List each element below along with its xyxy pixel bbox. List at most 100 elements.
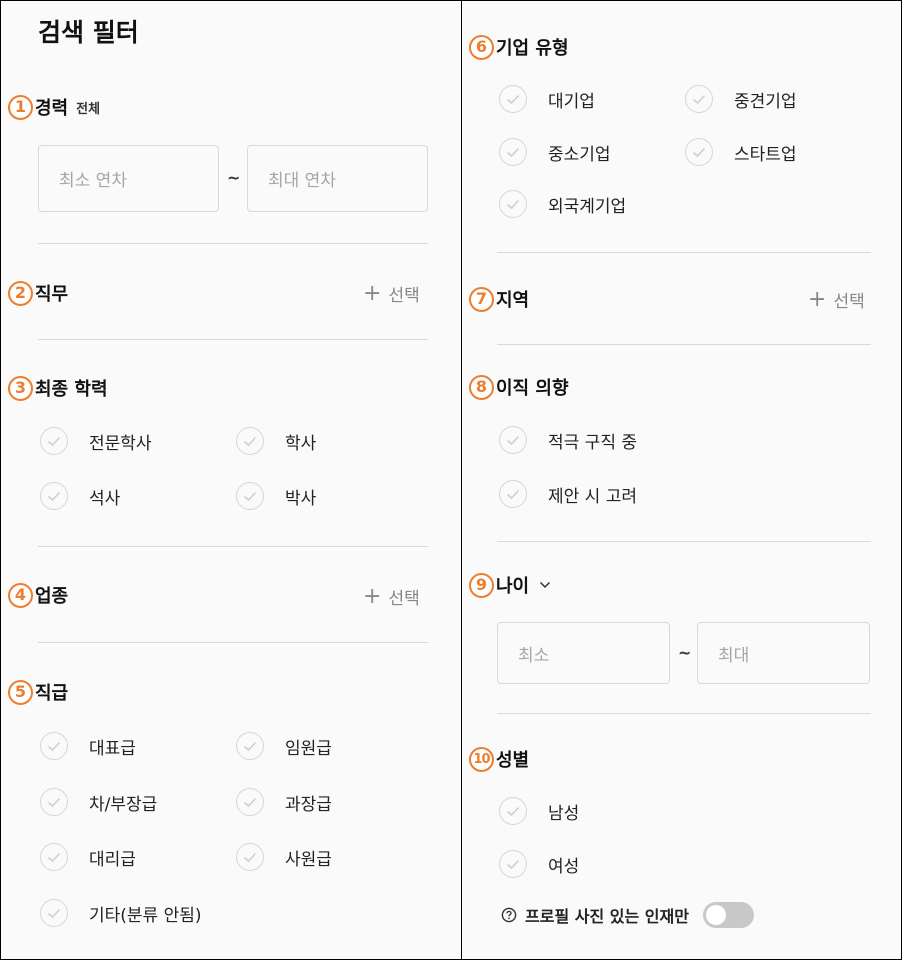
option-label: 사원급 bbox=[285, 849, 332, 870]
option-label: 대리급 bbox=[89, 849, 136, 870]
check-circle-icon bbox=[40, 427, 68, 455]
check-circle-icon bbox=[499, 850, 527, 878]
filter-column-right: 6 기업 유형 대기업 중견기업 중소기업 스타트업 외국계기업 7 지역 + … bbox=[463, 1, 901, 959]
divider bbox=[497, 344, 871, 345]
toggle-knob bbox=[705, 905, 726, 925]
photo-only-label: 프로필 사진 있는 인재만 bbox=[525, 907, 689, 926]
section-number-badge: 6 bbox=[469, 34, 494, 60]
position-option-manager[interactable]: 과장급 bbox=[236, 788, 332, 816]
position-heading: 5 직급 bbox=[8, 679, 68, 705]
education-option-associate[interactable]: 전문학사 bbox=[40, 427, 152, 455]
region-select-button[interactable]: + 선택 bbox=[808, 287, 865, 312]
check-circle-icon bbox=[499, 85, 527, 113]
company-option-midsize[interactable]: 중견기업 bbox=[685, 85, 797, 113]
check-circle-icon bbox=[499, 797, 527, 825]
job-select-label: 선택 bbox=[388, 286, 420, 306]
option-label: 중견기업 bbox=[734, 91, 797, 112]
check-circle-icon bbox=[40, 732, 68, 760]
intent-option-open[interactable]: 제안 시 고려 bbox=[499, 480, 637, 508]
chevron-down-icon[interactable] bbox=[539, 579, 551, 591]
divider bbox=[497, 541, 871, 542]
option-label: 대기업 bbox=[548, 91, 595, 112]
education-option-bachelor[interactable]: 학사 bbox=[236, 427, 316, 455]
option-label: 학사 bbox=[285, 433, 317, 454]
check-circle-icon bbox=[236, 843, 264, 871]
company-option-large[interactable]: 대기업 bbox=[499, 85, 595, 113]
industry-select-button[interactable]: + 선택 bbox=[363, 584, 420, 609]
position-option-ceo[interactable]: 대표급 bbox=[40, 732, 136, 760]
position-option-executive[interactable]: 임원급 bbox=[236, 732, 332, 760]
section-number-badge: 4 bbox=[8, 582, 33, 608]
section-number-badge: 10 bbox=[469, 746, 494, 772]
photo-only-row: 프로필 사진 있는 인재만 bbox=[501, 902, 754, 928]
job-select-button[interactable]: + 선택 bbox=[363, 281, 420, 306]
gender-heading: 10 성별 bbox=[469, 746, 529, 772]
divider bbox=[38, 243, 428, 244]
divider bbox=[38, 546, 428, 547]
industry-select-label: 선택 bbox=[388, 589, 420, 609]
option-label: 적극 구직 중 bbox=[548, 432, 638, 453]
divider bbox=[497, 713, 871, 714]
position-option-director[interactable]: 차/부장급 bbox=[40, 788, 157, 816]
check-circle-icon bbox=[685, 138, 713, 166]
age-heading[interactable]: 9 나이 bbox=[469, 572, 551, 598]
plus-icon: + bbox=[808, 286, 827, 312]
education-option-doctorate[interactable]: 박사 bbox=[236, 482, 316, 510]
region-heading: 7 지역 bbox=[469, 286, 529, 312]
age-title: 나이 bbox=[496, 576, 530, 597]
section-number-badge: 1 bbox=[8, 94, 33, 120]
check-circle-icon bbox=[236, 788, 264, 816]
career-subtitle: 전체 bbox=[76, 101, 101, 117]
position-option-staff[interactable]: 사원급 bbox=[236, 843, 332, 871]
career-max-input[interactable]: 최대 연차 bbox=[247, 145, 428, 212]
age-max-input[interactable]: 최대 bbox=[697, 622, 870, 684]
question-circle-icon[interactable] bbox=[501, 907, 517, 923]
position-option-other[interactable]: 기타(분류 안됨) bbox=[40, 899, 202, 927]
option-label: 외국계기업 bbox=[548, 196, 627, 217]
check-circle-icon bbox=[40, 482, 68, 510]
company-option-small[interactable]: 중소기업 bbox=[499, 138, 611, 166]
option-label: 차/부장급 bbox=[89, 794, 158, 815]
check-circle-icon bbox=[40, 899, 68, 927]
job-title: 직무 bbox=[35, 284, 69, 305]
career-min-input[interactable]: 최소 연차 bbox=[38, 145, 219, 212]
photo-only-toggle[interactable] bbox=[702, 902, 754, 928]
gender-title: 성별 bbox=[496, 750, 530, 771]
company-option-foreign[interactable]: 외국계기업 bbox=[499, 190, 626, 218]
check-circle-icon bbox=[685, 85, 713, 113]
section-number-badge: 3 bbox=[8, 375, 33, 401]
region-select-label: 선택 bbox=[833, 292, 865, 312]
plus-icon: + bbox=[363, 583, 382, 609]
check-circle-icon bbox=[236, 482, 264, 510]
age-range-separator: ~ bbox=[678, 643, 692, 662]
option-label: 여성 bbox=[548, 856, 580, 877]
divider bbox=[38, 642, 428, 643]
intent-heading: 8 이직 의향 bbox=[469, 374, 569, 400]
option-label: 중소기업 bbox=[548, 144, 611, 165]
industry-heading: 4 업종 bbox=[8, 582, 68, 608]
company-type-heading: 6 기업 유형 bbox=[469, 34, 569, 60]
option-label: 박사 bbox=[285, 488, 317, 509]
check-circle-icon bbox=[499, 138, 527, 166]
region-title: 지역 bbox=[496, 290, 530, 311]
career-title: 경력 bbox=[35, 98, 69, 119]
education-option-master[interactable]: 석사 bbox=[40, 482, 120, 510]
divider bbox=[38, 339, 428, 340]
check-circle-icon bbox=[499, 190, 527, 218]
intent-option-active[interactable]: 적극 구직 중 bbox=[499, 426, 637, 454]
education-title: 최종 학력 bbox=[35, 379, 108, 400]
option-label: 대표급 bbox=[89, 738, 136, 759]
gender-option-male[interactable]: 남성 bbox=[499, 797, 579, 825]
option-label: 남성 bbox=[548, 803, 580, 824]
age-min-input[interactable]: 최소 bbox=[497, 622, 670, 684]
gender-option-female[interactable]: 여성 bbox=[499, 850, 579, 878]
position-option-assistant-manager[interactable]: 대리급 bbox=[40, 843, 136, 871]
check-circle-icon bbox=[499, 426, 527, 454]
section-number-badge: 8 bbox=[469, 374, 494, 400]
search-filter-panel: 검색 필터 1 경력 전체 최소 연차 ~ 최대 연차 2 직무 + 선택 3 … bbox=[0, 0, 902, 960]
filter-column-left: 검색 필터 1 경력 전체 최소 연차 ~ 최대 연차 2 직무 + 선택 3 … bbox=[2, 1, 462, 959]
check-circle-icon bbox=[236, 427, 264, 455]
industry-title: 업종 bbox=[35, 586, 69, 607]
company-option-startup[interactable]: 스타트업 bbox=[685, 138, 797, 166]
company-type-title: 기업 유형 bbox=[496, 38, 569, 59]
